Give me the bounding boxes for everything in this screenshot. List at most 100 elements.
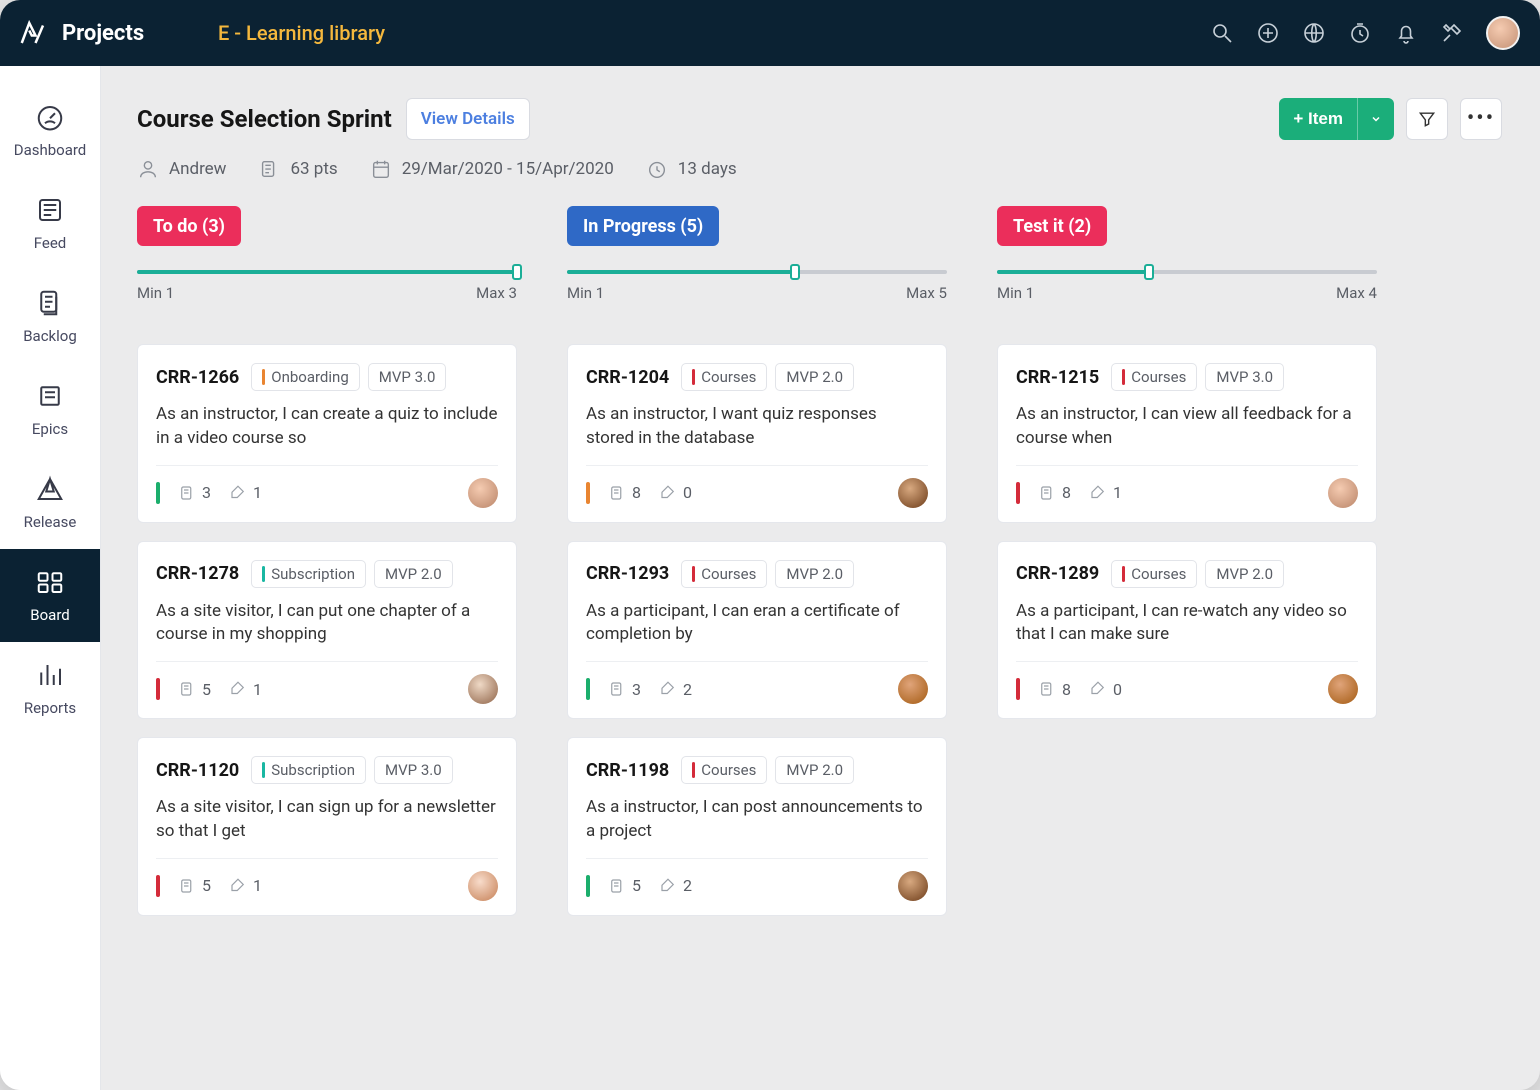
issue-card[interactable]: CRR-1204 Courses MVP 2.0 As an instructo… (567, 344, 947, 523)
category-tag[interactable]: Subscription (251, 560, 366, 588)
sidebar-item-epics[interactable]: Epics (0, 363, 100, 456)
issue-id: CRR-1266 (156, 367, 239, 388)
wip-slider[interactable] (137, 270, 517, 274)
stat-value: 1 (253, 483, 262, 502)
sidebar-item-backlog[interactable]: Backlog (0, 270, 100, 363)
assignee-avatar[interactable] (898, 871, 928, 901)
tools-icon[interactable] (1440, 21, 1464, 45)
stat-points: 5 (608, 876, 641, 895)
divider (1016, 661, 1358, 662)
bell-icon[interactable] (1394, 21, 1418, 45)
column-header[interactable]: Test it (2) (997, 206, 1107, 246)
assignee-avatar[interactable] (898, 674, 928, 704)
add-icon[interactable] (1256, 21, 1280, 45)
version-tag[interactable]: MVP 3.0 (1205, 363, 1284, 391)
meta-owner: Andrew (137, 158, 226, 180)
issue-card[interactable]: CRR-1293 Courses MVP 2.0 As a participan… (567, 541, 947, 720)
column-header[interactable]: To do (3) (137, 206, 241, 246)
tag-icon (229, 484, 247, 502)
category-label: Courses (701, 761, 756, 779)
stat-points: 8 (1038, 483, 1071, 502)
stat-points: 5 (178, 876, 211, 895)
version-tag[interactable]: MVP 2.0 (775, 560, 854, 588)
user-avatar[interactable] (1486, 16, 1520, 50)
wip-slider[interactable] (997, 270, 1377, 274)
tag-icon (229, 680, 247, 698)
priority-stripe (156, 482, 160, 504)
version-label: MVP 3.0 (379, 368, 436, 386)
issue-card[interactable]: CRR-1215 Courses MVP 3.0 As an instructo… (997, 344, 1377, 523)
issue-card[interactable]: CRR-1289 Courses MVP 2.0 As a participan… (997, 541, 1377, 720)
view-details-button[interactable]: View Details (406, 98, 530, 140)
stat-value: 1 (253, 680, 262, 699)
search-icon[interactable] (1210, 21, 1234, 45)
issue-id: CRR-1198 (586, 760, 669, 781)
tag-color-bar (692, 566, 695, 582)
version-tag[interactable]: MVP 3.0 (368, 363, 447, 391)
assignee-avatar[interactable] (898, 478, 928, 508)
category-tag[interactable]: Courses (681, 756, 767, 784)
sidebar-item-label: Reports (24, 699, 76, 717)
tag-icon (1089, 680, 1107, 698)
category-tag[interactable]: Courses (681, 363, 767, 391)
issue-id: CRR-1120 (156, 760, 239, 781)
assignee-avatar[interactable] (468, 478, 498, 508)
sidebar-item-release[interactable]: Release (0, 456, 100, 549)
stat-attachments: 1 (229, 483, 262, 502)
add-item-button[interactable]: + Item (1279, 98, 1394, 140)
category-tag[interactable]: Courses (1111, 560, 1197, 588)
wip-min: Min 1 (137, 284, 174, 302)
stat-attachments: 0 (659, 483, 692, 502)
wip-knob[interactable] (790, 264, 800, 280)
issue-card[interactable]: CRR-1278 Subscription MVP 2.0 As a site … (137, 541, 517, 720)
globe-icon[interactable] (1302, 21, 1326, 45)
category-tag[interactable]: Subscription (251, 756, 366, 784)
more-button[interactable]: ••• (1460, 98, 1502, 140)
wip-fill (137, 270, 517, 274)
version-tag[interactable]: MVP 2.0 (775, 363, 854, 391)
version-tag[interactable]: MVP 2.0 (374, 560, 453, 588)
priority-stripe (586, 678, 590, 700)
version-tag[interactable]: MVP 2.0 (1205, 560, 1284, 588)
column-header[interactable]: In Progress (5) (567, 206, 719, 246)
breadcrumb[interactable]: E - Learning library (218, 21, 385, 45)
tag-icon (659, 484, 677, 502)
add-item-caret[interactable] (1357, 98, 1394, 140)
sidebar-item-label: Epics (32, 420, 68, 438)
timer-icon (646, 158, 668, 180)
stat-value: 2 (683, 876, 692, 895)
stat-points: 5 (178, 680, 211, 699)
tag-color-bar (1122, 369, 1125, 385)
assignee-avatar[interactable] (1328, 478, 1358, 508)
sidebar-item-feed[interactable]: Feed (0, 177, 100, 270)
issue-card[interactable]: CRR-1198 Courses MVP 2.0 As a instructor… (567, 737, 947, 916)
sidebar-item-board[interactable]: Board (0, 549, 100, 642)
category-tag[interactable]: Courses (1111, 363, 1197, 391)
points-icon (178, 877, 196, 895)
version-tag[interactable]: MVP 3.0 (374, 756, 453, 784)
category-label: Onboarding (271, 368, 349, 386)
category-tag[interactable]: Onboarding (251, 363, 360, 391)
sidebar-item-reports[interactable]: Reports (0, 642, 100, 735)
topbar: Projects E - Learning library (0, 0, 1540, 66)
reports-icon (35, 660, 65, 690)
assignee-avatar[interactable] (468, 871, 498, 901)
issue-description: As a instructor, I can post announcement… (586, 796, 928, 844)
tag-color-bar (692, 762, 695, 778)
clock-icon[interactable] (1348, 21, 1372, 45)
issue-card[interactable]: CRR-1120 Subscription MVP 3.0 As a site … (137, 737, 517, 916)
wip-slider[interactable] (567, 270, 947, 274)
version-label: MVP 2.0 (1216, 565, 1273, 583)
category-tag[interactable]: Courses (681, 560, 767, 588)
epics-icon (35, 381, 65, 411)
version-tag[interactable]: MVP 2.0 (775, 756, 854, 784)
wip-knob[interactable] (1144, 264, 1154, 280)
assignee-avatar[interactable] (468, 674, 498, 704)
priority-stripe (1016, 482, 1020, 504)
wip-knob[interactable] (512, 264, 522, 280)
sidebar-item-dashboard[interactable]: Dashboard (0, 84, 100, 177)
filter-button[interactable] (1406, 98, 1448, 140)
issue-card[interactable]: CRR-1266 Onboarding MVP 3.0 As an instru… (137, 344, 517, 523)
assignee-avatar[interactable] (1328, 674, 1358, 704)
tag-color-bar (1122, 566, 1125, 582)
